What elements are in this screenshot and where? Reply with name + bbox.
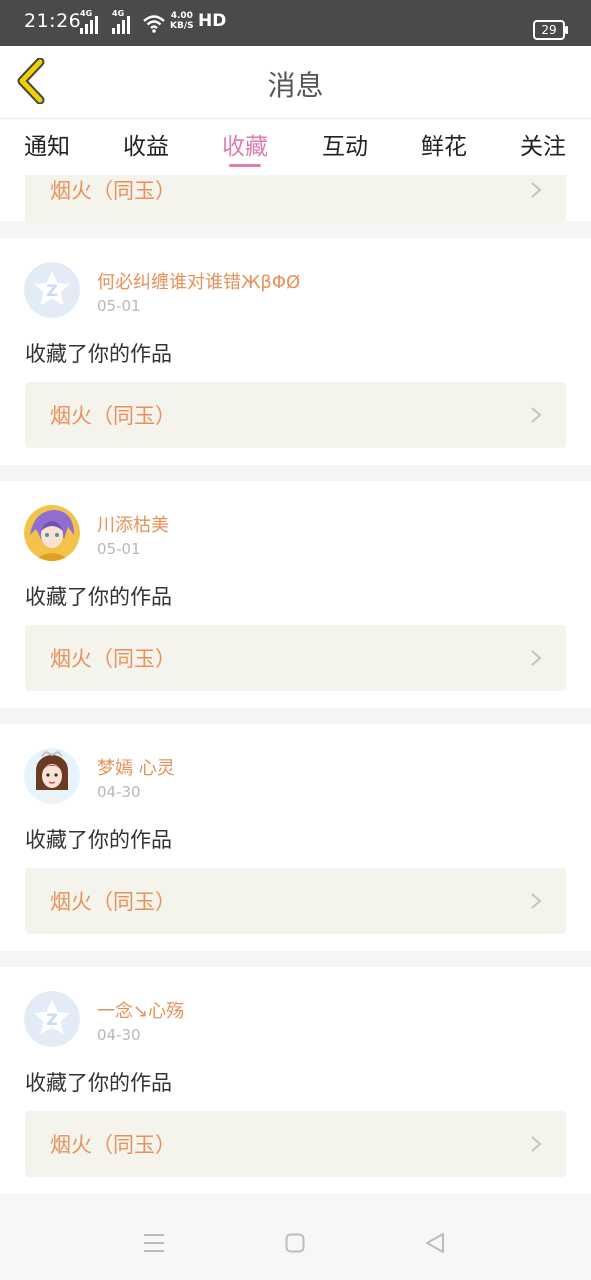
system-nav-bar xyxy=(0,1195,591,1280)
tab-following[interactable]: 关注 xyxy=(520,127,566,161)
message-list[interactable]: 烟火（同玉） Z 何必纠缠谁对谁错ЖβΦØ 05-01 收藏了你的作品 烟火（同… xyxy=(0,175,591,1195)
message-date: 05-01 xyxy=(97,540,141,558)
anime-avatar[interactable] xyxy=(24,505,80,561)
work-link[interactable]: 烟火（同玉） xyxy=(25,175,566,223)
tab-flowers[interactable]: 鲜花 xyxy=(421,127,467,161)
message-date: 05-01 xyxy=(97,297,141,315)
chevron-right-icon xyxy=(531,407,542,423)
tab-earnings[interactable]: 收益 xyxy=(123,127,169,161)
message-date: 04-30 xyxy=(97,783,141,801)
signal-label: 4G xyxy=(80,9,93,18)
status-bar: 21:26 4G 4G 4.00 KB/S HD 29 xyxy=(0,0,591,46)
list-item: 梦嫣 心灵 04-30 收藏了你的作品 烟火（同玉） xyxy=(0,724,591,951)
battery-level: 29 xyxy=(541,23,557,37)
action-text: 收藏了你的作品 xyxy=(25,342,172,366)
header: 消息 xyxy=(0,46,591,119)
work-title: 烟火（同玉） xyxy=(50,647,176,671)
work-title: 烟火（同玉） xyxy=(50,404,176,428)
chevron-right-icon xyxy=(531,1136,542,1152)
home-icon[interactable] xyxy=(285,1233,305,1253)
user-name[interactable]: 川添枯美 xyxy=(97,511,169,537)
chevron-right-icon xyxy=(531,182,542,198)
chevron-right-icon xyxy=(531,893,542,909)
work-link[interactable]: 烟火（同玉） xyxy=(25,868,566,934)
network-speed: 4.00 KB/S xyxy=(170,11,194,31)
work-link[interactable]: 烟火（同玉） xyxy=(25,382,566,448)
list-item: Z 何必纠缠谁对谁错ЖβΦØ 05-01 收藏了你的作品 烟火（同玉） xyxy=(0,238,591,465)
doll-avatar[interactable] xyxy=(24,748,80,804)
action-text: 收藏了你的作品 xyxy=(25,828,172,852)
user-name[interactable]: 梦嫣 心灵 xyxy=(97,754,175,780)
default-avatar-icon[interactable]: Z xyxy=(24,991,80,1047)
work-link[interactable]: 烟火（同玉） xyxy=(25,1111,566,1177)
speed-value: 4.00 xyxy=(170,11,193,21)
svg-text:Z: Z xyxy=(46,1010,58,1029)
work-title: 烟火（同玉） xyxy=(50,890,176,914)
speed-unit: KB/S xyxy=(170,21,194,31)
action-text: 收藏了你的作品 xyxy=(25,1071,172,1095)
chevron-right-icon xyxy=(531,650,542,666)
list-item: Z 一念↘心殇 04-30 收藏了你的作品 烟火（同玉） xyxy=(0,967,591,1194)
action-text: 收藏了你的作品 xyxy=(25,585,172,609)
page-title: 消息 xyxy=(267,69,324,102)
menu-icon[interactable] xyxy=(143,1233,165,1253)
tab-notifications[interactable]: 通知 xyxy=(24,127,70,161)
tab-interactions[interactable]: 互动 xyxy=(322,127,368,161)
user-name[interactable]: 何必纠缠谁对谁错ЖβΦØ xyxy=(97,268,300,294)
default-avatar-icon[interactable]: Z xyxy=(24,262,80,318)
active-tab-indicator xyxy=(229,164,261,167)
wifi-icon xyxy=(143,15,165,33)
svg-text:Z: Z xyxy=(46,281,58,300)
tab-favorites[interactable]: 收藏 xyxy=(222,127,268,161)
list-item: 川添枯美 05-01 收藏了你的作品 烟火（同玉） xyxy=(0,481,591,708)
signal-icon: 4G xyxy=(80,9,98,34)
message-date: 04-30 xyxy=(97,1026,141,1044)
back-icon[interactable] xyxy=(424,1232,446,1254)
signal-label: 4G xyxy=(112,9,125,18)
battery-icon: 29 xyxy=(533,20,568,40)
work-link[interactable]: 烟火（同玉） xyxy=(25,625,566,691)
work-title: 烟火（同玉） xyxy=(50,179,176,203)
signal-icon: 4G xyxy=(112,9,130,34)
work-title: 烟火（同玉） xyxy=(50,1133,176,1157)
user-name[interactable]: 一念↘心殇 xyxy=(97,997,184,1023)
tab-bar: 通知 收益 收藏 互动 鲜花 关注 xyxy=(0,119,591,175)
hd-label: HD xyxy=(198,11,227,31)
status-time: 21:26 xyxy=(24,10,82,32)
list-item: 烟火（同玉） xyxy=(0,175,591,223)
